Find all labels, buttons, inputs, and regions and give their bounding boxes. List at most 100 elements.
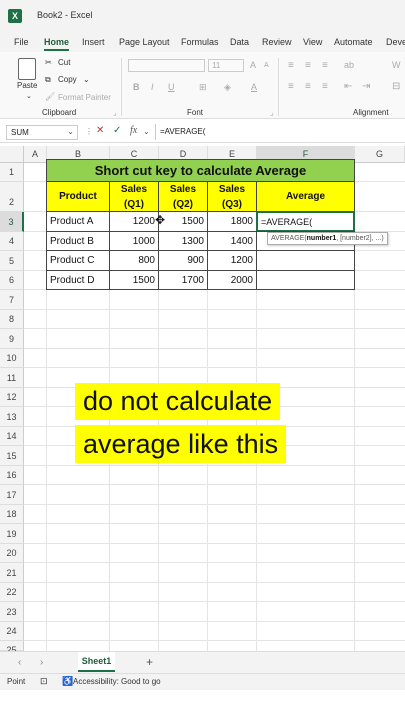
bold-button[interactable]: B xyxy=(133,82,140,92)
row-header[interactable]: 23 xyxy=(0,602,24,622)
row-header[interactable]: 24 xyxy=(0,622,24,641)
row-header[interactable]: 22 xyxy=(0,583,24,602)
active-cell-average[interactable]: =AVERAGE( xyxy=(256,211,355,232)
table-cell-q3[interactable]: 2000 xyxy=(207,270,257,290)
table-cell-q1[interactable]: 1500 xyxy=(109,270,159,290)
cancel-icon[interactable]: ✕ xyxy=(96,125,104,136)
row-header[interactable]: 15 xyxy=(0,446,24,466)
table-cell-product[interactable]: Product A xyxy=(46,211,110,232)
chevron-down-icon[interactable]: ⌄ xyxy=(67,127,74,136)
row-header[interactable]: 21 xyxy=(0,563,24,583)
row-header[interactable]: 6 xyxy=(0,271,24,290)
table-cell-q2[interactable]: 1700 xyxy=(158,270,208,290)
copy-dropdown-icon[interactable]: ⌄ xyxy=(83,75,90,84)
paste-dropdown-icon[interactable]: ⌄ xyxy=(26,92,32,100)
fill-color-icon[interactable]: ◈ xyxy=(224,82,231,93)
next-sheet-icon[interactable]: › xyxy=(40,657,43,668)
paste-button[interactable]: Paste xyxy=(17,81,37,90)
paste-icon[interactable] xyxy=(18,58,36,80)
row-header[interactable]: 1 xyxy=(0,163,24,182)
row-header[interactable]: 25 xyxy=(0,641,24,651)
table-cell-q2[interactable]: 1500 xyxy=(158,211,208,232)
table-title-cell[interactable]: Short cut key to calculate Average xyxy=(46,159,355,182)
tab-formulas[interactable]: Formulas xyxy=(181,37,219,47)
indent-icon[interactable]: ⇤ xyxy=(344,81,352,92)
table-cell-q3[interactable]: 1400 xyxy=(207,231,257,251)
header-sales-q3[interactable]: Sales (Q3) xyxy=(207,181,257,212)
font-launcher-icon[interactable]: ⌟ xyxy=(270,108,274,117)
table-cell-average[interactable] xyxy=(256,270,355,290)
enter-icon[interactable]: ✓ xyxy=(113,125,121,136)
row-header[interactable]: 20 xyxy=(0,544,24,563)
tab-home[interactable]: Home xyxy=(44,37,69,47)
table-cell-q1[interactable]: 800 xyxy=(109,250,159,271)
column-header-g[interactable]: G xyxy=(355,146,405,163)
table-cell-q2[interactable]: 900 xyxy=(158,250,208,271)
table-cell-q3[interactable]: 1200 xyxy=(207,250,257,271)
tooltip-active-arg[interactable]: number1 xyxy=(307,235,337,242)
font-color-icon[interactable]: A xyxy=(251,82,257,92)
row-header[interactable]: 17 xyxy=(0,485,24,505)
tab-data[interactable]: Data xyxy=(230,37,249,47)
increase-font-icon[interactable]: A xyxy=(250,60,256,70)
tab-automate[interactable]: Automate xyxy=(334,37,373,47)
header-sales-q2[interactable]: Sales (Q2) xyxy=(158,181,208,212)
more-options-icon[interactable]: ⋮ xyxy=(85,127,93,136)
row-header[interactable]: 18 xyxy=(0,505,24,524)
row-header[interactable]: 16 xyxy=(0,466,24,485)
tab-insert[interactable]: Insert xyxy=(82,37,105,47)
table-cell-product[interactable]: Product D xyxy=(46,270,110,290)
underline-button[interactable]: U xyxy=(168,82,175,92)
align-middle-icon[interactable]: ≡ xyxy=(305,60,311,71)
tab-developer[interactable]: Deve xyxy=(386,37,405,47)
font-size-select[interactable]: 11 xyxy=(208,59,244,72)
clipboard-launcher-icon[interactable]: ⌟ xyxy=(113,108,117,117)
table-cell-average[interactable] xyxy=(256,250,355,271)
row-header[interactable]: 10 xyxy=(0,349,24,368)
row-header[interactable]: 13 xyxy=(0,407,24,427)
align-right-icon[interactable]: ≡ xyxy=(322,81,328,92)
row-header[interactable]: 12 xyxy=(0,388,24,407)
tab-review[interactable]: Review xyxy=(262,37,292,47)
format-painter-button[interactable]: Format Painter xyxy=(58,93,111,102)
borders-icon[interactable]: ⊞ xyxy=(199,82,207,93)
sheet-tab-sheet1[interactable]: Sheet1 xyxy=(78,652,115,672)
select-all-corner[interactable] xyxy=(0,146,24,163)
accessibility-status[interactable]: Accessibility: Good to go xyxy=(73,677,161,686)
table-cell-product[interactable]: Product C xyxy=(46,250,110,271)
table-cell-q1[interactable]: 1200 xyxy=(109,211,159,232)
tab-page-layout[interactable]: Page Layout xyxy=(119,37,170,47)
name-box[interactable]: SUM ⌄ xyxy=(6,125,78,140)
prev-sheet-icon[interactable]: ‹ xyxy=(18,657,21,668)
add-sheet-button[interactable]: + xyxy=(146,655,153,669)
table-cell-q1[interactable]: 1000 xyxy=(109,231,159,251)
fx-dropdown-icon[interactable]: ⌄ xyxy=(143,127,150,136)
row-header[interactable]: 5 xyxy=(0,251,24,271)
font-name-select[interactable] xyxy=(128,59,205,72)
row-header[interactable]: 9 xyxy=(0,329,24,349)
table-cell-product[interactable]: Product B xyxy=(46,231,110,251)
align-center-icon[interactable]: ≡ xyxy=(305,81,311,92)
formula-input[interactable]: =AVERAGE( xyxy=(160,127,205,136)
decrease-font-icon[interactable]: A xyxy=(264,62,269,69)
merge-icon[interactable]: ⊟ xyxy=(392,81,400,92)
header-product[interactable]: Product xyxy=(46,181,110,212)
header-average[interactable]: Average xyxy=(256,181,355,212)
table-cell-q3[interactable]: 1800 xyxy=(207,211,257,232)
tab-file[interactable]: File xyxy=(14,37,29,47)
accessibility-icon[interactable]: ♿ xyxy=(62,676,73,687)
align-bottom-icon[interactable]: ≡ xyxy=(322,60,328,71)
insert-function-icon[interactable]: fx xyxy=(130,125,137,136)
orientation-icon[interactable]: ab xyxy=(344,60,354,70)
cut-button[interactable]: Cut xyxy=(58,58,70,67)
column-header-a[interactable]: A xyxy=(24,146,47,163)
align-top-icon[interactable]: ≡ xyxy=(288,60,294,71)
row-header[interactable]: 14 xyxy=(0,427,24,446)
row-header[interactable]: 8 xyxy=(0,310,24,329)
macro-record-icon[interactable]: ⊡ xyxy=(40,676,48,687)
row-header[interactable]: 7 xyxy=(0,290,24,310)
italic-button[interactable]: I xyxy=(151,82,154,92)
header-sales-q1[interactable]: Sales (Q1) xyxy=(109,181,159,212)
table-cell-q2[interactable]: 1300 xyxy=(158,231,208,251)
copy-button[interactable]: Copy xyxy=(58,75,77,84)
